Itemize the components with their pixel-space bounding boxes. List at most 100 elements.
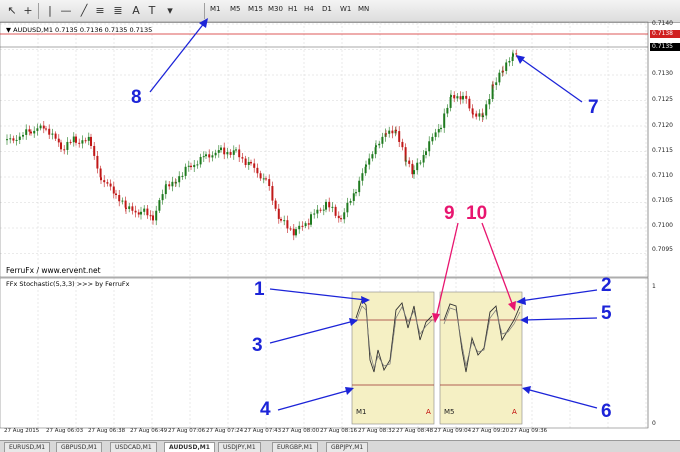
time-label: 27 Aug 07:06 — [168, 428, 206, 434]
bullish-candle — [187, 165, 190, 167]
bearish-candle — [340, 218, 342, 220]
time-label: 27 Aug 06:49 — [130, 428, 168, 434]
price-label: 0.7115 — [652, 147, 673, 154]
bearish-candle — [149, 215, 152, 217]
bullish-candle — [422, 154, 425, 163]
bullish-candle — [352, 193, 355, 201]
red-price-box: 0.7138 — [650, 30, 680, 38]
bullish-candle — [346, 202, 349, 213]
price-label: 0.7140 — [652, 20, 673, 27]
bullish-candle — [405, 160, 407, 162]
bullish-candle — [325, 201, 327, 210]
bullish-candle — [322, 209, 325, 211]
panel-marker-m1: A — [426, 408, 431, 416]
bearish-candle — [168, 184, 171, 187]
bearish-candle — [54, 133, 57, 139]
bullish-candle — [498, 72, 501, 83]
time-label: 27 Aug 2015 — [4, 428, 40, 434]
bullish-candle — [18, 136, 21, 140]
bearish-candle — [109, 183, 112, 187]
bullish-candle — [217, 150, 220, 153]
indicator-scale-top: 1 — [652, 283, 656, 290]
bullish-candle — [485, 104, 488, 116]
bearish-candle — [385, 133, 387, 135]
callout-7: 7 — [588, 97, 599, 118]
bearish-candle — [459, 96, 462, 100]
bearish-candle — [256, 167, 259, 174]
bullish-candle — [446, 107, 449, 114]
bullish-candle — [316, 209, 319, 214]
bullish-candle — [220, 147, 222, 151]
bearish-candle — [253, 163, 256, 168]
bearish-candle — [401, 141, 404, 148]
bearish-candle — [328, 201, 331, 208]
time-label: 27 Aug 08:32 — [358, 428, 396, 434]
bullish-candle — [304, 223, 307, 227]
callout-8: 8 — [131, 87, 142, 108]
callout-arrow-6 — [525, 388, 598, 409]
bearish-candle — [60, 142, 62, 150]
bearish-candle — [408, 160, 411, 164]
bullish-candle — [51, 133, 54, 135]
bearish-candle — [106, 182, 109, 184]
bearish-candle — [103, 180, 106, 183]
current-price-box: 0.7135 — [650, 43, 680, 51]
time-label: 27 Aug 09:04 — [434, 428, 472, 434]
bullish-candle — [374, 147, 377, 155]
bearish-candle — [190, 165, 192, 168]
bearish-candle — [238, 149, 241, 158]
bullish-candle — [247, 161, 250, 165]
bullish-candle — [235, 149, 237, 151]
bullish-candle — [419, 162, 422, 164]
bullish-candle — [165, 184, 167, 186]
bullish-candle — [495, 82, 498, 86]
bullish-candle — [36, 128, 39, 131]
time-label: 27 Aug 07:43 — [244, 428, 282, 434]
bearish-candle — [280, 218, 282, 221]
bullish-candle — [361, 173, 364, 181]
price-chart[interactable] — [0, 0, 680, 451]
bearish-candle — [307, 223, 310, 225]
callout-3: 3 — [252, 335, 263, 356]
callout-arrowhead-6 — [522, 386, 531, 394]
bearish-candle — [271, 186, 274, 201]
bearish-candle — [292, 228, 295, 236]
bearish-candle — [453, 95, 456, 99]
bullish-candle — [388, 130, 391, 134]
bullish-candle — [25, 129, 28, 135]
bearish-candle — [115, 193, 117, 196]
indicator-scale-bottom: 0 — [652, 420, 656, 427]
callout-arrow-2 — [519, 289, 598, 302]
callout-9: 9 — [444, 203, 455, 224]
bearish-candle — [28, 129, 31, 132]
stochastic-panel-m1 — [351, 291, 435, 425]
callout-arrow-5 — [523, 317, 598, 321]
bullish-candle — [431, 136, 434, 142]
bearish-candle — [90, 136, 92, 146]
bullish-candle — [456, 96, 459, 99]
bullish-candle — [331, 206, 334, 208]
time-label: 27 Aug 09:36 — [510, 428, 548, 434]
bearish-candle — [492, 84, 494, 86]
callout-4: 4 — [260, 399, 271, 420]
bearish-candle — [96, 155, 99, 169]
price-label: 0.7120 — [652, 122, 673, 129]
bearish-candle — [125, 207, 127, 209]
bullish-candle — [22, 134, 24, 137]
bullish-candle — [283, 220, 286, 222]
bearish-candle — [404, 147, 407, 162]
bullish-candle — [364, 166, 367, 174]
bullish-candle — [181, 175, 184, 177]
bearish-candle — [465, 95, 468, 99]
bullish-candle — [505, 62, 508, 71]
bullish-candle — [378, 143, 381, 146]
bullish-candle — [15, 139, 18, 141]
bullish-candle — [416, 162, 419, 171]
bullish-candle — [371, 154, 374, 159]
bullish-candle — [310, 214, 312, 225]
panel-timeframe-m1: M1 — [356, 408, 367, 416]
bullish-candle — [161, 194, 164, 201]
bullish-candle — [358, 180, 361, 193]
callout-10: 10 — [466, 203, 488, 224]
bullish-candle — [199, 156, 202, 165]
